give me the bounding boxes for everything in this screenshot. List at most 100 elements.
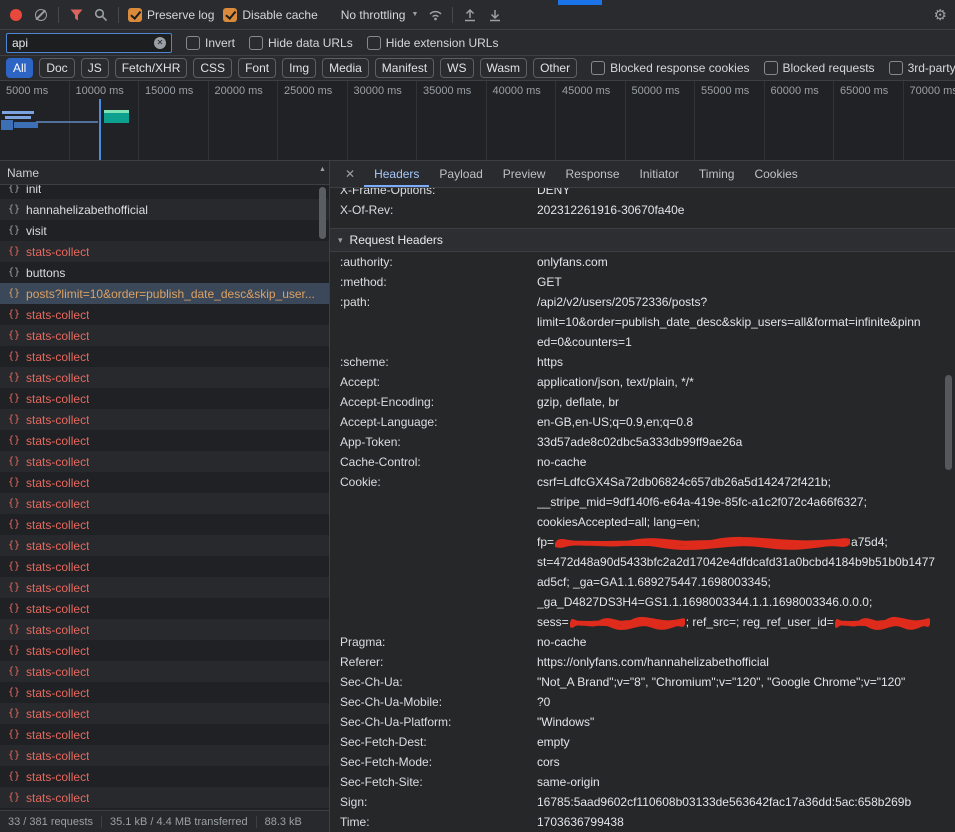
- blocked-requests-checkbox[interactable]: Blocked requests: [764, 61, 875, 75]
- header-row: Cache-Control:no-cache: [330, 452, 955, 472]
- json-request-icon: {}: [8, 246, 20, 257]
- disable-cache-label: Disable cache: [242, 8, 317, 22]
- tab-timing[interactable]: Timing: [689, 161, 745, 187]
- request-row[interactable]: {}stats-collect: [0, 346, 329, 367]
- json-request-icon: {}: [8, 372, 20, 383]
- tab-headers[interactable]: Headers: [364, 161, 429, 187]
- request-row[interactable]: {}stats-collect: [0, 388, 329, 409]
- request-row[interactable]: {}hannahelizabethofficial: [0, 199, 329, 220]
- request-row[interactable]: {}stats-collect: [0, 493, 329, 514]
- filter-chip-other[interactable]: Other: [533, 58, 577, 78]
- request-row[interactable]: {}stats-collect: [0, 598, 329, 619]
- filter-chip-fetch-xhr[interactable]: Fetch/XHR: [115, 58, 188, 78]
- invert-checkbox[interactable]: Invert: [186, 36, 235, 50]
- scroll-up-arrow-icon[interactable]: ▲: [317, 163, 328, 177]
- blocked-response-cookies-checkbox[interactable]: Blocked response cookies: [591, 61, 749, 75]
- filter-toggle-button[interactable]: [68, 7, 84, 23]
- request-row[interactable]: {}stats-collect: [0, 325, 329, 346]
- hide-extension-urls-checkbox[interactable]: Hide extension URLs: [367, 36, 499, 50]
- request-row[interactable]: {}stats-collect: [0, 304, 329, 325]
- filter-chip-media[interactable]: Media: [322, 58, 369, 78]
- request-row[interactable]: {}stats-collect: [0, 367, 329, 388]
- export-har-button[interactable]: [487, 7, 503, 23]
- filter-chip-doc[interactable]: Doc: [39, 58, 74, 78]
- request-row[interactable]: {} buttons: [0, 262, 329, 283]
- preserve-log-checkbox[interactable]: Preserve log: [128, 8, 214, 22]
- clear-button[interactable]: [33, 7, 49, 23]
- upload-arrow-icon: [463, 8, 477, 22]
- search-button[interactable]: [93, 7, 109, 23]
- filter-chip-css[interactable]: CSS: [193, 58, 232, 78]
- request-row[interactable]: {}stats-collect: [0, 556, 329, 577]
- request-row[interactable]: {}stats-collect: [0, 451, 329, 472]
- header-value: 16785:5aad9602cf110608b03133de563642fac1…: [537, 792, 955, 812]
- request-row[interactable]: {}stats-collect: [0, 682, 329, 703]
- hide-data-urls-checkbox[interactable]: Hide data URLs: [249, 36, 353, 50]
- request-row[interactable]: {}stats-collect: [0, 241, 329, 262]
- filter-chip-js[interactable]: JS: [81, 58, 109, 78]
- request-row[interactable]: {}stats-collect: [0, 430, 329, 451]
- tab-response[interactable]: Response: [555, 161, 629, 187]
- settings-gear-icon[interactable]: ⚙: [934, 6, 947, 24]
- json-request-icon: {}: [8, 225, 20, 236]
- request-row[interactable]: {}stats-collect: [0, 535, 329, 556]
- tab-preview[interactable]: Preview: [493, 161, 556, 187]
- 3rd-party-requests-checkbox[interactable]: 3rd-party requests: [889, 61, 955, 75]
- request-row[interactable]: {}stats-collect: [0, 745, 329, 766]
- filter-chip-wasm[interactable]: Wasm: [480, 58, 528, 78]
- request-row[interactable]: {}stats-collect: [0, 577, 329, 598]
- request-list-scrollbar[interactable]: ▲: [317, 163, 328, 808]
- filter-chip-img[interactable]: Img: [282, 58, 316, 78]
- header-row: Sec-Ch-Ua:"Not_A Brand";v="8", "Chromium…: [330, 672, 955, 692]
- request-row[interactable]: {}stats-collect: [0, 409, 329, 430]
- filter-chip-all[interactable]: All: [6, 58, 33, 78]
- clear-filter-icon[interactable]: ✕: [154, 37, 166, 49]
- json-request-icon: {}: [8, 330, 20, 341]
- request-headers-section-header[interactable]: ▾ Request Headers: [330, 228, 955, 252]
- disable-cache-checkbox[interactable]: Disable cache: [223, 8, 317, 22]
- request-row[interactable]: {}visit: [0, 220, 329, 241]
- request-row[interactable]: {}stats-collect: [0, 640, 329, 661]
- close-icon[interactable]: ✕: [336, 167, 364, 181]
- request-row[interactable]: {}stats-collect: [0, 661, 329, 682]
- request-row[interactable]: {}stats-collect: [0, 514, 329, 535]
- tab-cookies[interactable]: Cookies: [744, 161, 807, 187]
- throttling-dropdown[interactable]: No throttling ▼: [341, 8, 419, 22]
- tab-initiator[interactable]: Initiator: [630, 161, 689, 187]
- scrollbar-thumb[interactable]: [319, 187, 326, 239]
- request-row[interactable]: {}stats-collect: [0, 724, 329, 745]
- request-name: buttons: [26, 266, 65, 280]
- header-value: en-GB,en-US;q=0.9,en;q=0.8: [537, 412, 955, 432]
- timeline-overview[interactable]: 5000 ms10000 ms15000 ms20000 ms25000 ms3…: [0, 81, 955, 161]
- filter-chip-ws[interactable]: WS: [440, 58, 473, 78]
- request-name: stats-collect: [26, 413, 89, 427]
- scrollbar-thumb[interactable]: [945, 375, 952, 470]
- header-name: Referer:: [330, 652, 537, 672]
- request-row[interactable]: {}stats-collect: [0, 766, 329, 787]
- request-row[interactable]: {}stats-collect: [0, 703, 329, 724]
- filter-input[interactable]: [12, 36, 150, 50]
- network-conditions-button[interactable]: [427, 7, 443, 23]
- name-column-header[interactable]: Name: [0, 161, 329, 185]
- import-har-button[interactable]: [462, 7, 478, 23]
- request-row-selected[interactable]: {}posts?limit=10&order=publish_date_desc…: [0, 283, 329, 304]
- tab-payload[interactable]: Payload: [429, 161, 492, 187]
- header-value: DENY: [537, 188, 955, 200]
- waterfall-bar: [2, 111, 34, 114]
- filter-chip-manifest[interactable]: Manifest: [375, 58, 434, 78]
- toolbar-divider: [118, 7, 119, 23]
- json-request-icon: {}: [8, 771, 20, 782]
- request-row[interactable]: {}stats-collect: [0, 472, 329, 493]
- request-row[interactable]: {}init: [0, 185, 329, 199]
- json-request-icon: {}: [8, 267, 20, 278]
- header-value: https://onlyfans.com/hannahelizabethoffi…: [537, 652, 955, 672]
- status-bar: 33 / 381 requests35.1 kB / 4.4 MB transf…: [0, 810, 329, 832]
- record-button[interactable]: [8, 7, 24, 23]
- filter-chip-font[interactable]: Font: [238, 58, 276, 78]
- json-request-icon: {}: [8, 498, 20, 509]
- details-scrollbar[interactable]: [944, 189, 954, 830]
- request-row[interactable]: {}stats-collect: [0, 619, 329, 640]
- timeline-tick: 60000 ms: [765, 81, 835, 160]
- request-row[interactable]: {}stats-collect: [0, 787, 329, 808]
- json-request-icon: {}: [8, 435, 20, 446]
